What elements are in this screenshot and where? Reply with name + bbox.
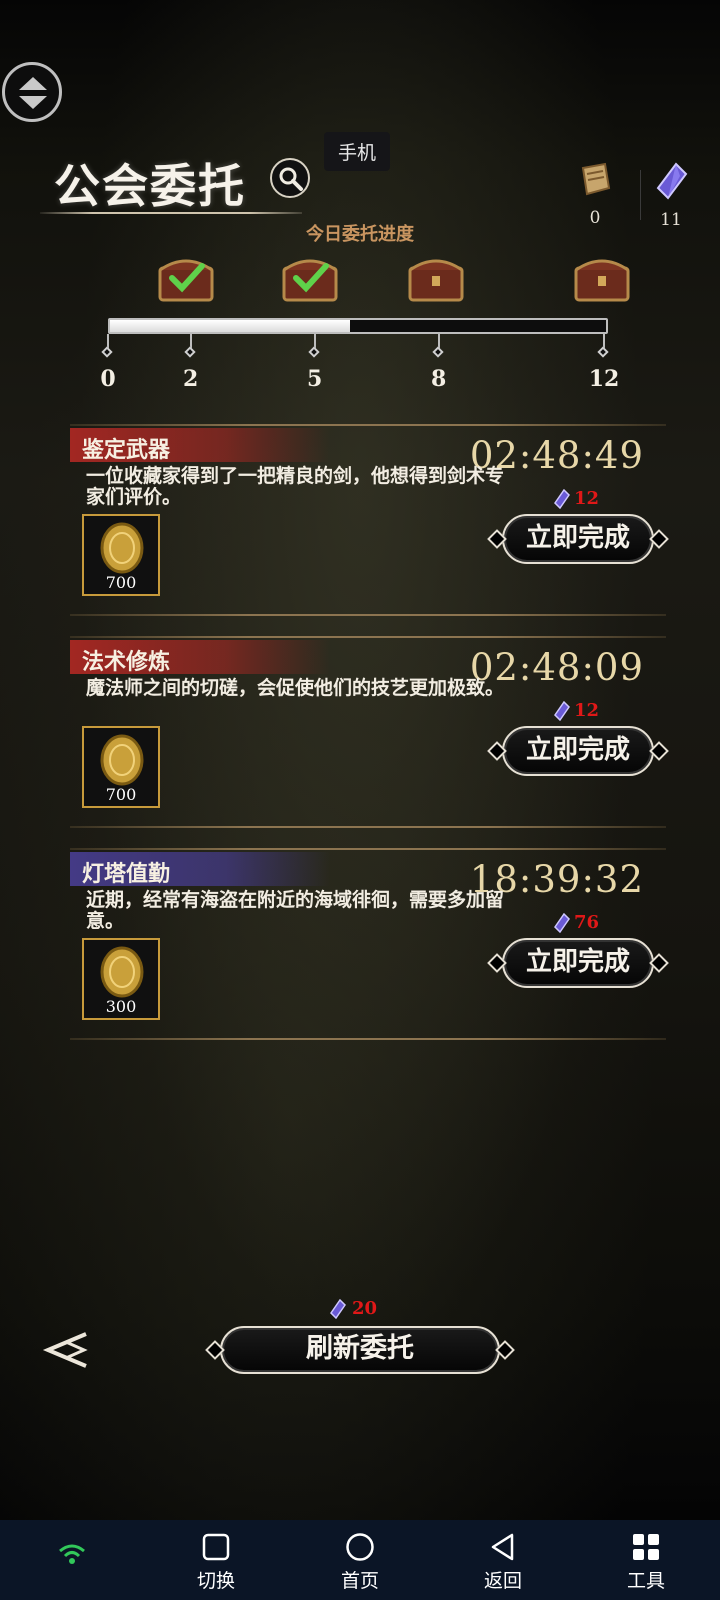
daily-progress-label: 今日委托进度 [306, 224, 414, 245]
back-arrow-button[interactable] [38, 1328, 94, 1372]
task-bottom-line [70, 614, 666, 616]
progress-chest-1[interactable] [156, 252, 216, 304]
task-bottom-line [70, 826, 666, 828]
reward-quantity: 700 [105, 785, 137, 804]
task-top-line [70, 636, 666, 638]
crystal-icon [554, 913, 570, 933]
crystal-icon [554, 701, 570, 721]
nav-back[interactable]: 返回 [463, 1532, 543, 1593]
nav-tools-label: 工具 [626, 1570, 665, 1592]
task-description: 近期，经常有海盗在附近的海域徘徊，需要多加留意。 [86, 889, 505, 932]
chest-claimed-icon [158, 259, 214, 302]
refresh-cost-value: 20 [352, 1298, 378, 1319]
page-title: 公会委托 [54, 159, 246, 213]
task-bottom-line [70, 1038, 666, 1040]
gold-coin-icon [100, 734, 144, 786]
refresh-commissions-button[interactable]: 刷新委托 [220, 1326, 500, 1374]
gold-coin-icon [100, 946, 144, 998]
nav-back-label: 返回 [483, 1570, 522, 1592]
task-cost: 12 [554, 488, 599, 509]
device-tooltip: 手机 [324, 132, 391, 171]
nav-switch-label: 切换 [196, 1570, 235, 1592]
system-nav-bar: 切换 首页 返回 工具 [0, 1520, 720, 1600]
reward-quantity: 300 [105, 997, 137, 1016]
crystal-icon [330, 1298, 346, 1320]
progress-tick-label: 5 [307, 366, 323, 392]
task-card: 灯塔值勤 18:39:32 近期，经常有海盗在附近的海域徘徊，需要多加留意。 7… [70, 848, 666, 1040]
daily-progress-fill [110, 320, 350, 332]
square-icon [202, 1533, 230, 1561]
progress-tick [603, 334, 605, 352]
task-reward[interactable]: 700 [82, 514, 160, 596]
progress-tick [437, 334, 440, 352]
wifi-status [32, 1542, 112, 1570]
progress-tick [189, 334, 192, 352]
chest-claimed-icon [282, 259, 338, 302]
circle-icon [346, 1533, 374, 1561]
progress-tick-label: 8 [431, 366, 447, 392]
progress-chest-2[interactable] [280, 252, 340, 304]
task-cost: 12 [554, 700, 599, 721]
complete-now-button[interactable]: 立即完成 [502, 726, 654, 776]
task-reward[interactable]: 300 [82, 938, 160, 1020]
complete-now-button[interactable]: 立即完成 [502, 514, 654, 564]
progress-chest-4[interactable] [572, 252, 632, 304]
title-underline [40, 212, 302, 214]
crystal-icon [656, 162, 688, 200]
nav-home-label: 首页 [340, 1570, 379, 1592]
back-arrow-icon [42, 1332, 88, 1368]
task-reward[interactable]: 700 [82, 726, 160, 808]
task-cost-value: 76 [574, 912, 600, 933]
daily-progress-bar [108, 318, 608, 334]
triangle-back-icon [491, 1533, 514, 1561]
task-name: 鉴定武器 [82, 437, 171, 463]
task-top-line [70, 424, 666, 426]
reward-quantity: 700 [105, 573, 137, 592]
chest-icon [574, 259, 630, 302]
wifi-icon [59, 1544, 85, 1564]
progress-tick [107, 334, 109, 352]
task-cost-value: 12 [574, 488, 600, 509]
task-cost-value: 12 [574, 700, 600, 721]
progress-chest-3[interactable] [406, 252, 466, 304]
task-name: 灯塔值勤 [82, 861, 171, 887]
task-cost: 76 [554, 912, 599, 933]
progress-tick-label: 0 [100, 366, 116, 392]
search-button[interactable] [270, 158, 310, 198]
progress-tick-label: 12 [588, 366, 620, 392]
task-description: 一位收藏家得到了一把精良的剑，他想得到剑术专家们评价。 [86, 465, 505, 508]
task-name: 法术修炼 [82, 649, 171, 675]
progress-tick [313, 334, 316, 352]
chest-icon [408, 259, 464, 302]
guild-commission-screen: 手机 公会委托 0 11 今日委托进度 0 2 5 8 12 鉴定武器 02:4… [0, 0, 720, 1600]
nav-tools[interactable]: 工具 [606, 1532, 686, 1593]
nav-switch[interactable]: 切换 [176, 1532, 256, 1593]
complete-now-button[interactable]: 立即完成 [502, 938, 654, 988]
currency-divider [640, 170, 641, 220]
crystal-icon [554, 489, 570, 509]
task-top-line [70, 848, 666, 850]
scroll-currency[interactable]: 0 [570, 162, 620, 228]
floating-control-button[interactable] [2, 62, 62, 122]
task-description: 魔法师之间的切磋，会促使他们的技艺更加极致。 [86, 677, 505, 699]
progress-tick-label: 2 [183, 366, 199, 392]
task-card: 鉴定武器 02:48:49 一位收藏家得到了一把精良的剑，他想得到剑术专家们评价… [70, 424, 666, 616]
nav-home[interactable]: 首页 [320, 1532, 400, 1593]
refresh-cost: 20 [330, 1298, 378, 1320]
magnifier-icon [279, 167, 303, 191]
scroll-icon [581, 162, 611, 196]
gold-coin-icon [100, 522, 144, 574]
task-card: 法术修炼 02:48:09 魔法师之间的切磋，会促使他们的技艺更加极致。 12 … [70, 636, 666, 828]
up-down-arrows-icon [19, 77, 47, 109]
grid-icon [633, 1534, 659, 1560]
